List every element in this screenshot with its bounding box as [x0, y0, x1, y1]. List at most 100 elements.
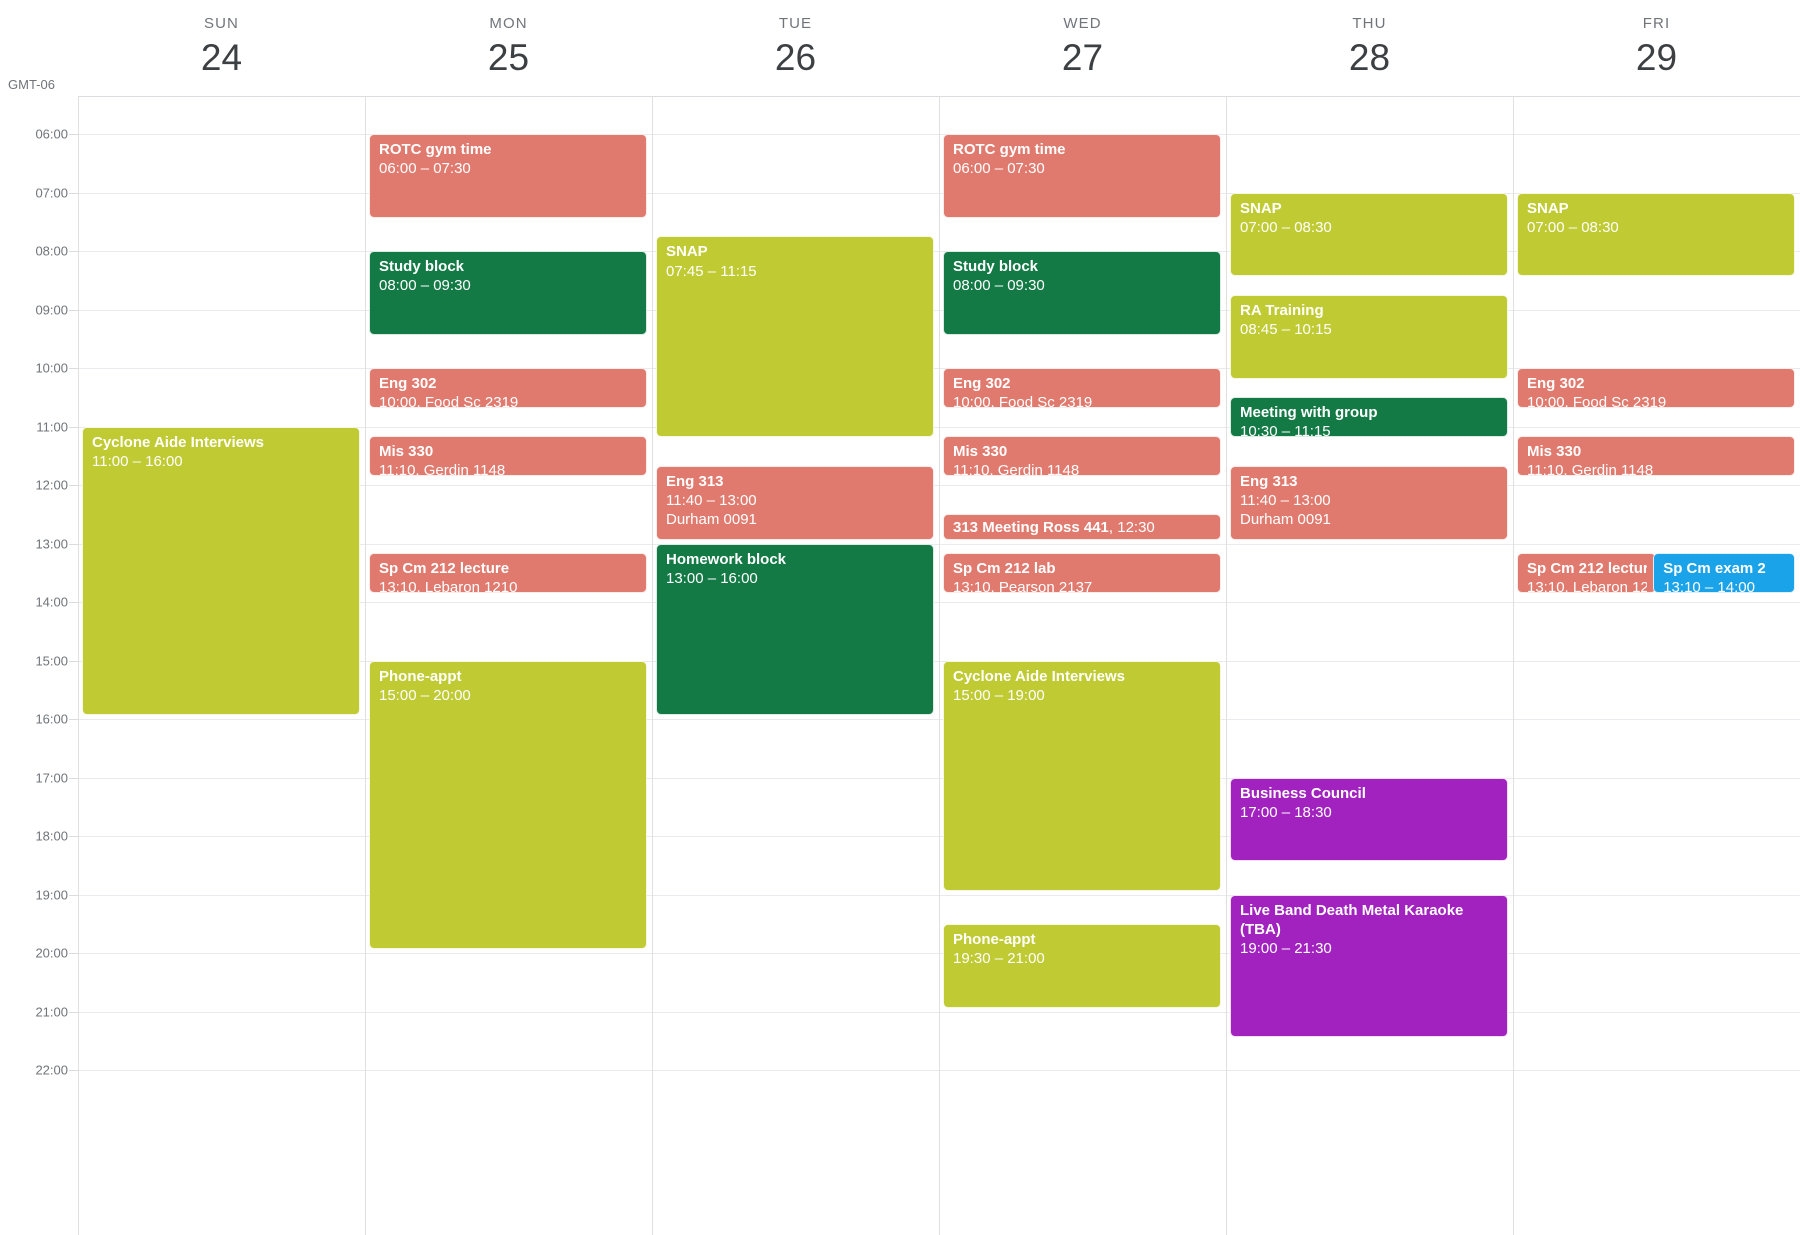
calendar-event[interactable]: Cyclone Aide Interviews 11:00 – 16:00 [82, 426, 360, 716]
event-title: SNAP [1240, 199, 1282, 217]
calendar-event[interactable]: Mis 330 11:10, Gerdin 1148 [943, 436, 1221, 477]
calendar-event[interactable]: Eng 313 11:40 – 13:00 Durham 0091 [1230, 465, 1508, 540]
calendar-event[interactable]: SNAP 07:00 – 08:30 [1517, 192, 1795, 277]
calendar-event[interactable]: Eng 302 10:00, Food Sc 2319 [369, 368, 647, 408]
time-label-1700: 17:00 [35, 770, 68, 786]
calendar-event[interactable]: Phone-appt 15:00 – 20:00 [369, 660, 647, 950]
calendar-event[interactable]: Sp Cm 212 lecture13:10, Lebaron 1210 [1517, 553, 1656, 594]
calendar-event[interactable]: Cyclone Aide Interviews 15:00 – 19:00 [943, 660, 1221, 891]
time-tick [69, 485, 78, 487]
calendar-event[interactable]: 313 Meeting Ross 441, 12:30 [943, 514, 1221, 541]
time-label-1900: 19:00 [35, 887, 68, 903]
calendar-event[interactable]: Business Council 17:00 – 18:30 [1230, 777, 1508, 862]
calendar-event[interactable]: Study block 08:00 – 09:30 [369, 251, 647, 335]
day-number-label: 28 [1348, 37, 1391, 78]
time-label-1600: 16:00 [35, 711, 68, 727]
timezone-label: GMT-06 [8, 77, 55, 92]
time-label-2100: 21:00 [35, 1004, 68, 1020]
event-subtitle: 19:30 – 21:00 [953, 949, 1045, 967]
event-title: Eng 302 [379, 375, 437, 393]
calendar-event[interactable]: Eng 313 11:40 – 13:00 Durham 0091 [656, 465, 934, 540]
time-tick [69, 719, 78, 721]
event-subtitle: 17:00 – 18:30 [1240, 803, 1332, 821]
day-of-week-label: WED [1063, 15, 1102, 32]
time-label-1000: 10:00 [35, 360, 68, 376]
event-subtitle: 08:00 – 09:30 [379, 277, 471, 295]
event-location: Durham 0091 [666, 510, 757, 528]
time-tick [69, 660, 78, 662]
day-header-sun[interactable]: SUN 24 [78, 0, 365, 96]
time-tick [69, 894, 78, 896]
event-subtitle: 11:00 – 16:00 [92, 452, 183, 470]
event-title: Mis 330 [1527, 443, 1582, 461]
time-tick [69, 836, 78, 838]
event-subtitle: 13:10, Lebaron 1210 [379, 579, 518, 594]
time-label-0900: 09:00 [35, 302, 68, 318]
time-label-1500: 15:00 [35, 653, 68, 669]
event-title: SNAP [1527, 199, 1569, 217]
calendar-event[interactable]: Eng 302 10:00, Food Sc 2319 [1517, 368, 1795, 408]
day-of-week-label: TUE [778, 15, 813, 32]
day-number-label: 29 [1635, 37, 1678, 78]
calendar-event[interactable]: Study block 08:00 – 09:30 [943, 251, 1221, 335]
time-label-0600: 06:00 [35, 126, 68, 142]
event-subtitle: 10:30 – 11:15 [1240, 423, 1331, 438]
day-header-wed[interactable]: WED 27 [939, 0, 1226, 96]
time-tick [69, 309, 78, 311]
calendar-event[interactable]: SNAP 07:45 – 11:15 [656, 236, 934, 438]
event-subtitle: 07:45 – 11:15 [666, 262, 757, 280]
time-tick [69, 426, 78, 428]
calendar-event[interactable]: Sp Cm exam 2 13:10 – 14:00 [1653, 553, 1795, 594]
time-tick [69, 1070, 78, 1072]
calendar-event[interactable]: RA Training 08:45 – 10:15 [1230, 294, 1508, 379]
calendar-event[interactable]: Homework block 13:00 – 16:00 [656, 543, 934, 716]
time-axis-gutter: 06:00 07:00 08:00 09:00 10:00 11:00 12:00 13:00… [0, 96, 78, 1235]
event-subtitle: 15:00 – 19:00 [953, 686, 1045, 704]
day-header-thu[interactable]: THU 28 [1226, 0, 1513, 96]
event-title: Study block [379, 258, 465, 276]
event-title: RA Training [1240, 301, 1324, 319]
event-title: Mis 330 [953, 443, 1008, 461]
event-title: Cyclone Aide Interviews [953, 667, 1126, 685]
time-label-0800: 08:00 [35, 243, 68, 259]
calendar-event[interactable]: Mis 330 11:10, Gerdin 1148 [1517, 436, 1795, 477]
calendar-event[interactable]: Eng 302 10:00, Food Sc 2319 [943, 368, 1221, 408]
day-header-mon[interactable]: MON 25 [365, 0, 652, 96]
calendar-event[interactable]: Sp Cm 212 lab 13:10, Pearson 2137 [943, 553, 1221, 594]
calendar-event[interactable]: ROTC gym time 06:00 – 07:30 [943, 134, 1221, 218]
event-title: Phone-appt [953, 930, 1036, 948]
day-header-tue[interactable]: TUE 26 [652, 0, 939, 96]
event-subtitle: 11:40 – 13:00 [666, 491, 757, 509]
calendar-event[interactable]: Phone-appt 19:30 – 21:00 [943, 923, 1221, 1008]
calendar-event[interactable]: Sp Cm 212 lecture13:10, Lebaron 1210 [369, 553, 647, 594]
calendar-event[interactable]: Meeting with group 10:30 – 11:15 [1230, 397, 1508, 438]
time-label-1800: 18:00 [35, 828, 68, 844]
time-tick [69, 543, 78, 545]
event-title: Eng 302 [953, 375, 1011, 393]
time-tick [69, 368, 78, 370]
event-title: Meeting with group [1240, 404, 1378, 422]
event-subtitle: 07:00 – 08:30 [1240, 218, 1332, 236]
calendar-event[interactable]: Live Band Death Metal Karaoke (TBA) 19:00… [1230, 894, 1508, 1037]
calendar-event[interactable]: ROTC gym time 06:00 – 07:30 [369, 134, 647, 218]
time-tick [69, 134, 78, 136]
time-tick [69, 777, 78, 779]
day-header-fri[interactable]: FRI 29 [1513, 0, 1800, 96]
event-subtitle: 13:00 – 16:00 [666, 569, 758, 587]
event-subtitle: 06:00 – 07:30 [953, 160, 1045, 178]
event-title: Eng 313 [1240, 472, 1298, 490]
event-title: 313 Meeting Ross 441 [953, 519, 1109, 537]
day-of-week-label: FRI [1642, 15, 1671, 32]
time-tick [69, 602, 78, 604]
event-subtitle: 13:10, Lebaron 1210 [1527, 579, 1647, 594]
day-of-week-label: THU [1352, 15, 1387, 32]
event-subtitle: 11:10, Gerdin 1148 [379, 462, 506, 477]
time-label-0700: 07:00 [35, 185, 68, 201]
time-tick [69, 953, 78, 955]
calendar-event[interactable]: SNAP 07:00 – 08:30 [1230, 192, 1508, 277]
day-of-week-label: MON [489, 15, 528, 32]
time-tick [69, 192, 78, 194]
calendar-event[interactable]: Mis 330 11:10, Gerdin 1148 [369, 436, 647, 477]
time-label-1400: 14:00 [35, 594, 68, 610]
event-subtitle: 15:00 – 20:00 [379, 686, 471, 704]
